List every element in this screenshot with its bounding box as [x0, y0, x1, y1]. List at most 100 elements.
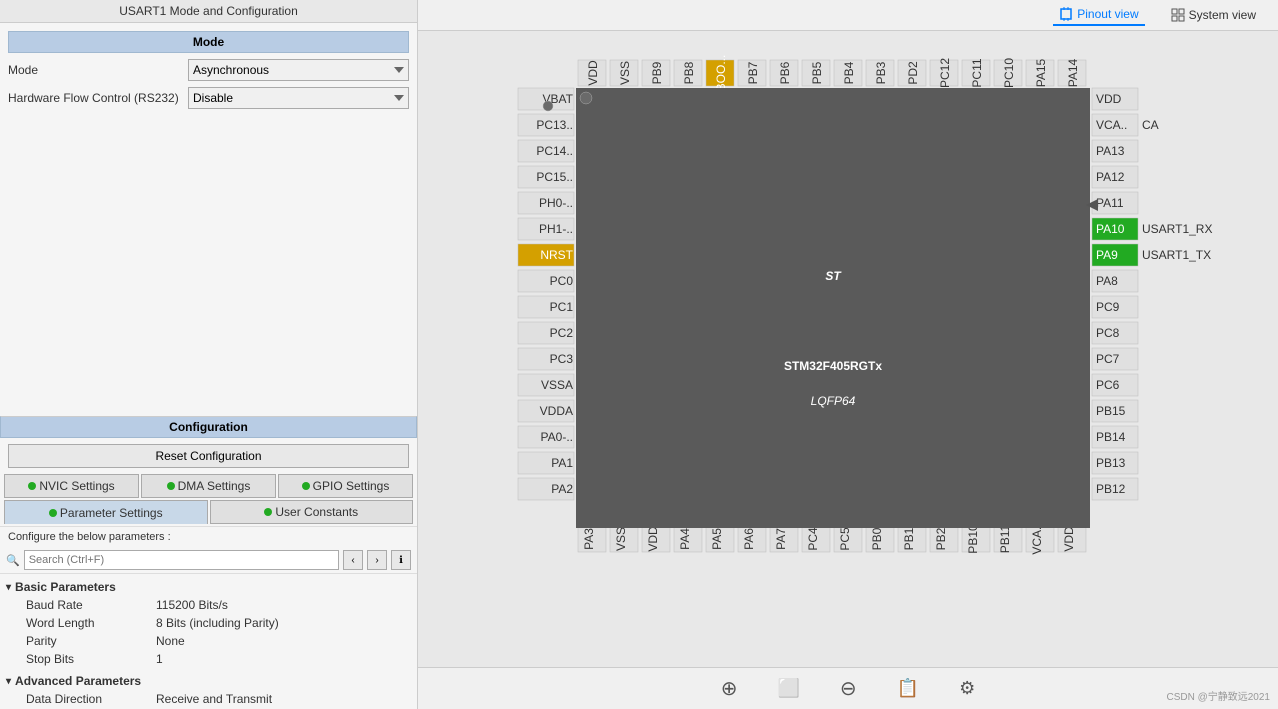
- svg-text:PA15: PA15: [1034, 58, 1048, 87]
- svg-text:PB2: PB2: [934, 527, 948, 550]
- svg-text:PC12: PC12: [938, 58, 952, 88]
- svg-text:PB13: PB13: [1096, 456, 1126, 470]
- svg-text:PA14: PA14: [1066, 58, 1080, 87]
- svg-text:PC2: PC2: [550, 326, 574, 340]
- hw-flow-label: Hardware Flow Control (RS232): [8, 91, 188, 105]
- tab-nvic[interactable]: NVIC Settings: [4, 474, 139, 498]
- view-tabs: Pinout view System view: [418, 0, 1278, 31]
- parity-item: Parity None: [6, 632, 411, 650]
- svg-text:VSS: VSS: [618, 61, 632, 85]
- config-tabs-row2: Parameter Settings User Constants: [0, 500, 417, 524]
- svg-text:LQFP64: LQFP64: [811, 394, 856, 408]
- svg-text:PA10: PA10: [1096, 222, 1125, 236]
- advanced-arrow: ▾: [6, 676, 11, 687]
- svg-text:PC6: PC6: [1096, 378, 1120, 392]
- basic-params-group: ▾ Basic Parameters Baud Rate 115200 Bits…: [6, 578, 411, 668]
- basic-params-header[interactable]: ▾ Basic Parameters: [6, 578, 411, 596]
- svg-text:VCA..: VCA..: [1030, 523, 1044, 554]
- svg-text:PC15..: PC15..: [536, 170, 573, 184]
- svg-text:ST: ST: [825, 269, 842, 283]
- svg-text:VDD: VDD: [1062, 526, 1076, 552]
- svg-text:PC14..: PC14..: [536, 144, 573, 158]
- svg-text:VDD: VDD: [1096, 92, 1122, 106]
- info-icon[interactable]: ℹ: [391, 550, 411, 570]
- data-direction-label: Data Direction: [26, 692, 156, 706]
- svg-text:VCA..: VCA..: [1096, 118, 1127, 132]
- param-dot: [49, 509, 57, 517]
- tab-user-constants[interactable]: User Constants: [210, 500, 414, 524]
- export-button[interactable]: 📋: [897, 678, 919, 699]
- baud-rate-value: 115200 Bits/s: [156, 598, 228, 612]
- next-icon[interactable]: ›: [367, 550, 387, 570]
- svg-text:PA0-..: PA0-..: [541, 430, 573, 444]
- svg-text:PC9: PC9: [1096, 300, 1120, 314]
- svg-text:PB7: PB7: [746, 61, 760, 84]
- word-length-item: Word Length 8 Bits (including Parity): [6, 614, 411, 632]
- svg-text:PA7: PA7: [774, 528, 788, 550]
- chip-canvas: VDD VSS PB9 PB8 BOO... PB7 PB6: [418, 31, 1278, 709]
- svg-text:STM32F405RGTx: STM32F405RGTx: [784, 359, 882, 373]
- advanced-params-header[interactable]: ▾ Advanced Parameters: [6, 672, 411, 690]
- data-direction-item: Data Direction Receive and Transmit: [6, 690, 411, 708]
- svg-text:PB15: PB15: [1096, 404, 1126, 418]
- svg-text:CA: CA: [1142, 118, 1159, 132]
- advanced-params-group: ▾ Advanced Parameters Data Direction Rec…: [6, 672, 411, 709]
- tab-gpio[interactable]: GPIO Settings: [278, 474, 413, 498]
- svg-text:PA9: PA9: [1096, 248, 1118, 262]
- user-dot: [264, 508, 272, 516]
- mode-select[interactable]: Asynchronous Synchronous: [188, 59, 409, 81]
- svg-text:PB14: PB14: [1096, 430, 1126, 444]
- svg-text:PA6: PA6: [742, 528, 756, 550]
- svg-text:PB12: PB12: [1096, 482, 1126, 496]
- svg-text:VSS: VSS: [614, 527, 628, 551]
- config-tabs: NVIC Settings DMA Settings GPIO Settings: [0, 474, 417, 498]
- svg-text:PC0: PC0: [550, 274, 574, 288]
- prev-icon[interactable]: ‹: [343, 550, 363, 570]
- svg-text:USART1_TX: USART1_TX: [1142, 248, 1211, 262]
- tab-parameter-settings[interactable]: Parameter Settings: [4, 500, 208, 524]
- svg-text:PB0: PB0: [870, 527, 884, 550]
- hw-flow-select[interactable]: Disable Enable: [188, 87, 409, 109]
- fit-view-button[interactable]: ⬜: [778, 678, 800, 699]
- svg-text:PC10: PC10: [1002, 58, 1016, 88]
- svg-text:PA12: PA12: [1096, 170, 1125, 184]
- zoom-out-button[interactable]: ⊖: [840, 676, 857, 701]
- word-length-label: Word Length: [26, 616, 156, 630]
- pinout-icon: [1059, 7, 1073, 21]
- stop-bits-label: Stop Bits: [26, 652, 156, 666]
- left-panel: USART1 Mode and Configuration Mode Mode …: [0, 0, 418, 709]
- zoom-in-button[interactable]: ⊕: [721, 676, 738, 701]
- right-panel: Pinout view System view VDD VSS PB9 P: [418, 0, 1278, 709]
- svg-text:PC3: PC3: [550, 352, 574, 366]
- watermark: CSDN @宁静致远2021: [1166, 688, 1270, 703]
- svg-text:PA4: PA4: [678, 528, 692, 550]
- search-input[interactable]: [24, 550, 339, 570]
- svg-text:PB3: PB3: [874, 61, 888, 84]
- svg-text:PH0-..: PH0-..: [539, 196, 573, 210]
- svg-text:PA2: PA2: [551, 482, 573, 496]
- reset-config-button[interactable]: Reset Configuration: [8, 444, 409, 468]
- svg-text:PC4: PC4: [806, 527, 820, 551]
- tab-system-view[interactable]: System view: [1165, 5, 1262, 25]
- svg-text:PB8: PB8: [682, 61, 696, 84]
- svg-text:PC8: PC8: [1096, 326, 1120, 340]
- svg-text:NRST: NRST: [540, 248, 573, 262]
- parity-value: None: [156, 634, 185, 648]
- tab-pinout-view[interactable]: Pinout view: [1053, 4, 1144, 26]
- svg-text:PA8: PA8: [1096, 274, 1118, 288]
- svg-text:PH1-..: PH1-..: [539, 222, 573, 236]
- stop-bits-value: 1: [156, 652, 163, 666]
- settings-button[interactable]: ⚙: [959, 678, 975, 699]
- basic-arrow: ▾: [6, 582, 11, 593]
- svg-text:PC13..: PC13..: [536, 118, 573, 132]
- svg-text:PA3: PA3: [582, 528, 596, 550]
- gpio-dot: [302, 482, 310, 490]
- tab-dma[interactable]: DMA Settings: [141, 474, 276, 498]
- dma-dot: [167, 482, 175, 490]
- info-bar: Configure the below parameters :: [0, 526, 417, 547]
- svg-text:PC11: PC11: [970, 58, 984, 87]
- svg-text:PA11: PA11: [1096, 196, 1124, 210]
- svg-text:BOO...: BOO...: [714, 55, 728, 92]
- params-tree: ▾ Basic Parameters Baud Rate 115200 Bits…: [0, 574, 417, 709]
- baud-rate-label: Baud Rate: [26, 598, 156, 612]
